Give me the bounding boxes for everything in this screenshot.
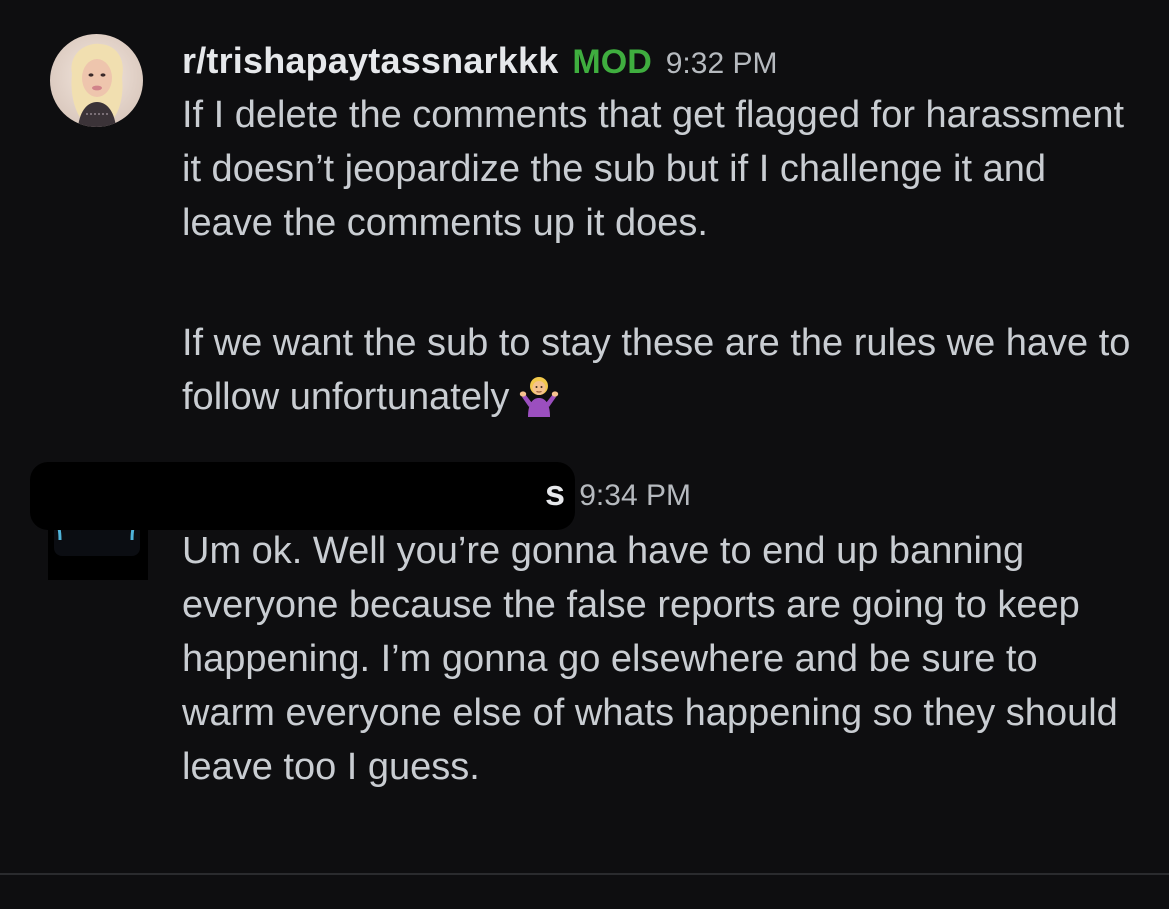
message-timestamp: 9:34 PM [579,479,691,512]
message-text: Um ok. Well you’re gonna have to end up … [182,530,1118,788]
message-header: r/trishapaytassnarkkk MOD 9:32 PM [182,40,777,86]
divider [0,873,1169,875]
woman-shrugging-emoji [519,375,559,417]
avatar-image [50,34,143,127]
username[interactable]: s [545,472,565,514]
username[interactable]: r/trishapaytassnarkkk [182,40,558,82]
chat-screen: { "messages": [ { "username": "r/trishap… [0,0,1169,909]
message-text-content: If we want the sub to stay these are the… [182,322,1131,418]
message-header: s 9:34 PM [545,472,691,518]
mod-badge: MOD [572,43,652,81]
user-avatar[interactable] [50,34,143,127]
message-text: If we want the sub to stay these are the… [182,316,1132,424]
redacted-username [140,502,570,522]
message-text: If I delete the comments that get flagge… [182,94,1125,244]
message-timestamp: 9:32 PM [665,47,778,80]
